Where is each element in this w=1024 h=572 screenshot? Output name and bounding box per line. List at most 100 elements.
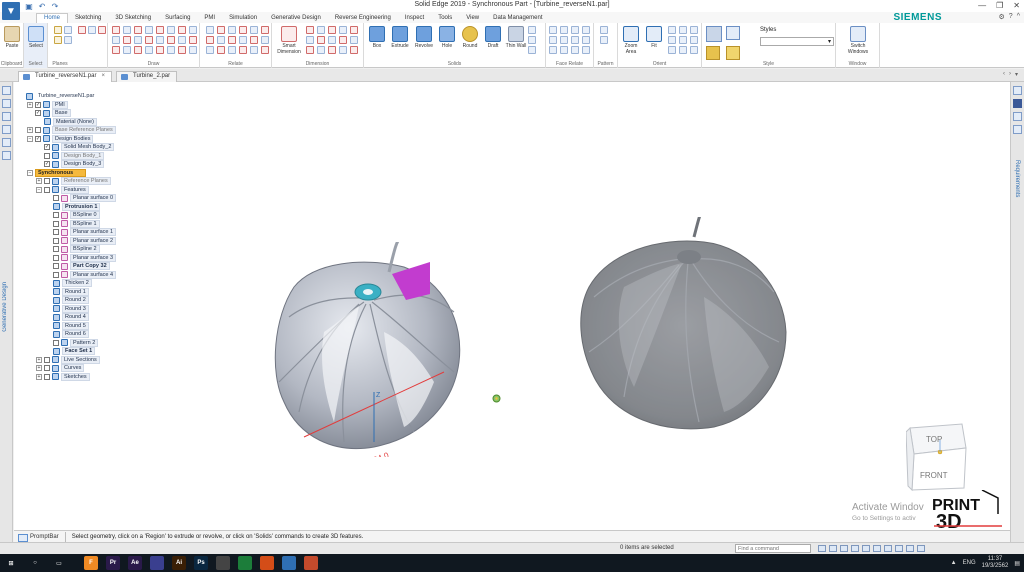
tree-node-label[interactable]: Curves bbox=[61, 364, 85, 372]
revolve-button[interactable]: Revolve bbox=[413, 26, 435, 49]
relate-tool-icon[interactable] bbox=[228, 36, 236, 44]
relate-tool-icon[interactable] bbox=[261, 46, 269, 54]
settings-icon[interactable]: ⚙ bbox=[999, 13, 1005, 21]
tree-checkbox[interactable]: ✓ bbox=[35, 135, 41, 142]
tree-checkbox[interactable] bbox=[44, 152, 50, 159]
tab-simulation[interactable]: Simulation bbox=[222, 14, 264, 23]
draw-tool-icon[interactable] bbox=[123, 36, 131, 44]
tree-node-label[interactable]: PMI bbox=[52, 100, 68, 109]
solid-edge-logo-icon[interactable]: ▼ bbox=[2, 2, 20, 20]
tree-node-label[interactable]: Pattern 2 bbox=[70, 338, 99, 347]
tree-node[interactable]: − Synchronous bbox=[27, 168, 87, 177]
draw-tool-icon[interactable] bbox=[112, 46, 120, 54]
tree-checkbox[interactable] bbox=[44, 186, 50, 193]
tree-node[interactable]: Planar surface 0 bbox=[45, 194, 117, 202]
tree-checkbox[interactable] bbox=[53, 246, 59, 252]
tree-node-label[interactable]: Sketches bbox=[61, 372, 90, 381]
taskbar-app-icon[interactable] bbox=[304, 556, 318, 570]
view-tool-icon[interactable] bbox=[668, 26, 676, 34]
relate-tool-icon[interactable] bbox=[261, 36, 269, 44]
relate-tool-icon[interactable] bbox=[250, 36, 258, 44]
layers-icon[interactable] bbox=[2, 99, 11, 108]
pathfinder-icon[interactable] bbox=[2, 86, 11, 95]
tree-expander-icon[interactable]: + bbox=[36, 178, 42, 184]
face-relate-icon[interactable] bbox=[549, 46, 557, 54]
tree-node-label[interactable]: Part Copy 32 bbox=[70, 262, 110, 270]
view-style-icon[interactable] bbox=[706, 26, 722, 42]
view-tool-icon[interactable] bbox=[668, 36, 676, 44]
rotate-icon[interactable] bbox=[862, 545, 870, 552]
draft-button[interactable]: Draft bbox=[482, 26, 504, 49]
promptbar-label[interactable]: PromptBar bbox=[14, 531, 66, 542]
tab-data-management[interactable]: Data Management bbox=[486, 14, 549, 23]
graphics-viewport[interactable]: Turbine_reverseN1.par + ✓ PMI ✓ Base Material … bbox=[14, 82, 1010, 530]
tree-node-label[interactable]: Live Sections bbox=[61, 355, 100, 364]
zoom-area-button[interactable]: Zoom Area bbox=[620, 26, 642, 55]
taskbar-app-icon[interactable]: F bbox=[84, 556, 98, 570]
tree-node-label[interactable]: BSpline 0 bbox=[70, 211, 100, 219]
smart-dimension-button[interactable]: Smart Dimension bbox=[276, 26, 302, 55]
relate-tool-icon[interactable] bbox=[217, 46, 225, 54]
tree-node[interactable]: + Curves bbox=[36, 364, 85, 372]
tree-checkbox[interactable] bbox=[35, 127, 41, 133]
tree-node[interactable]: Round 5 bbox=[45, 321, 89, 330]
draw-tool-icon[interactable] bbox=[178, 46, 186, 54]
taskbar-app-icon[interactable]: Ai bbox=[172, 556, 186, 570]
task-view-icon[interactable]: ▭ bbox=[52, 556, 66, 570]
language-indicator[interactable]: ENG bbox=[963, 560, 976, 566]
tree-checkbox[interactable] bbox=[53, 229, 59, 235]
tree-checkbox[interactable] bbox=[44, 178, 50, 184]
tree-node-label[interactable]: Planar surface 1 bbox=[70, 228, 117, 236]
draw-tool-icon[interactable] bbox=[145, 26, 153, 34]
dimension-tool-icon[interactable] bbox=[317, 36, 325, 44]
draw-tool-icon[interactable] bbox=[189, 36, 197, 44]
face-relate-icon[interactable] bbox=[549, 26, 557, 34]
pan-icon[interactable] bbox=[851, 545, 859, 552]
tree-node[interactable]: Planar surface 4 bbox=[45, 270, 117, 279]
tree-node[interactable]: Planar surface 1 bbox=[45, 228, 117, 236]
face-relate-icon[interactable] bbox=[560, 46, 568, 54]
dimension-tool-icon[interactable] bbox=[306, 36, 314, 44]
extrude-button[interactable]: Extrude bbox=[389, 26, 411, 49]
requirements-icon[interactable] bbox=[1013, 125, 1022, 134]
draw-tool-icon[interactable] bbox=[167, 26, 175, 34]
tree-node-label[interactable]: Synchronous bbox=[35, 168, 87, 177]
taskbar-app-icon[interactable] bbox=[282, 556, 296, 570]
facebook-icon[interactable] bbox=[1013, 99, 1022, 108]
tree-node-label[interactable]: Design Bodies bbox=[52, 134, 94, 143]
dimension-tool-icon[interactable] bbox=[350, 26, 358, 34]
help-icon[interactable]: ? bbox=[1009, 13, 1013, 21]
store-icon[interactable] bbox=[1013, 86, 1022, 95]
steering-wheel-icon[interactable] bbox=[492, 394, 501, 403]
find-command-input[interactable] bbox=[735, 544, 811, 553]
select-button[interactable]: Select bbox=[25, 26, 47, 49]
styles-dropdown[interactable]: ▾ bbox=[760, 37, 834, 46]
tree-checkbox[interactable]: ✓ bbox=[44, 161, 50, 167]
tree-expander-icon[interactable]: − bbox=[27, 169, 33, 176]
relate-tool-icon[interactable] bbox=[206, 26, 214, 34]
feature-library-icon[interactable] bbox=[2, 125, 11, 134]
draw-tool-icon[interactable] bbox=[189, 26, 197, 34]
face-relate-icon[interactable] bbox=[571, 36, 579, 44]
tree-node[interactable]: Round 1 bbox=[45, 287, 89, 296]
view-tool-icon[interactable] bbox=[668, 46, 676, 54]
tab-view[interactable]: View bbox=[459, 14, 486, 23]
tree-expander-icon[interactable]: + bbox=[36, 373, 42, 380]
shading-icon[interactable] bbox=[726, 26, 740, 40]
tree-node-label[interactable]: Planar surface 3 bbox=[70, 253, 117, 262]
tree-node[interactable]: Round 3 bbox=[45, 304, 89, 313]
tree-node[interactable]: BSpline 0 bbox=[45, 211, 100, 219]
circle-icon[interactable] bbox=[98, 26, 106, 34]
doc-tab-turbine-reverse[interactable]: Turbine_reverseN1.par × bbox=[18, 71, 112, 82]
switch-windows-button[interactable]: Switch Windows bbox=[840, 26, 876, 55]
dimension-tool-icon[interactable] bbox=[328, 46, 336, 54]
tree-node[interactable]: Thicken 2 bbox=[45, 279, 92, 287]
tree-node[interactable]: Turbine_reverseN1.par bbox=[18, 92, 97, 100]
shaded-view-icon[interactable] bbox=[895, 545, 903, 552]
draw-tool-icon[interactable] bbox=[123, 46, 131, 54]
relate-tool-icon[interactable] bbox=[239, 46, 247, 54]
box-button[interactable]: Box bbox=[366, 26, 388, 49]
tree-node-label[interactable]: Protrusion 1 bbox=[62, 202, 101, 211]
face-relate-icon[interactable] bbox=[582, 46, 590, 54]
tree-node-label[interactable]: Material (None) bbox=[53, 117, 97, 126]
